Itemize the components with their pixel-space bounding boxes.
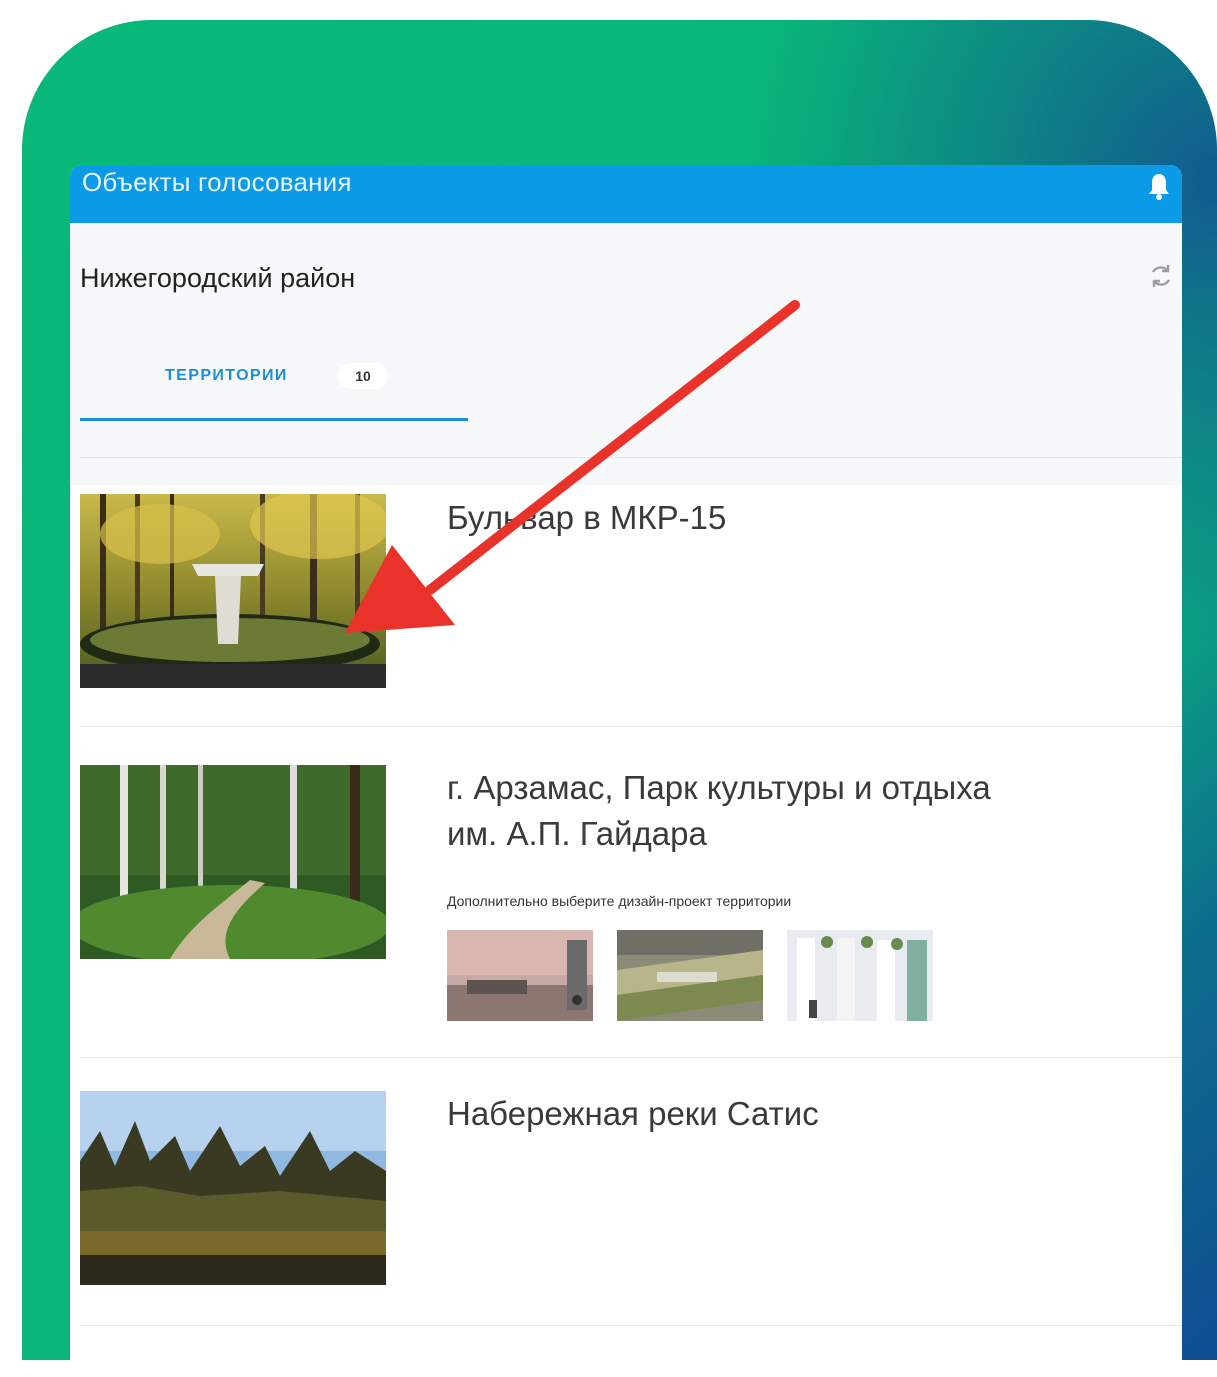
- district-title: Нижегородский район: [80, 263, 356, 293]
- bell-icon[interactable]: [1146, 171, 1172, 201]
- tab-territories[interactable]: ТЕРРИТОРИИ 10: [80, 351, 468, 421]
- tab-indicator: [80, 418, 468, 421]
- item-title: Бульвар в МКР-15: [447, 499, 727, 536]
- item-title: Набережная реки Сатис: [447, 1095, 819, 1132]
- divider: [80, 726, 1182, 727]
- item-photo-park: [80, 765, 386, 959]
- divider: [80, 1057, 1182, 1058]
- design-project-thumb[interactable]: [617, 930, 763, 1021]
- app-title: Объекты голосования: [82, 167, 352, 197]
- design-project-hint: Дополнительно выберите дизайн-проект тер…: [447, 893, 792, 909]
- item-title: г. Арзамас, Парк культуры и отдыха им. А…: [447, 765, 1147, 857]
- refresh-icon[interactable]: [1146, 261, 1176, 291]
- item-title-line1: г. Арзамас, Парк культуры и отдыха: [447, 769, 991, 806]
- divider: [80, 457, 1182, 458]
- app-bar: Объекты голосования: [70, 165, 1182, 223]
- item-title-line2: им. А.П. Гайдара: [447, 815, 707, 852]
- tab-count-badge: 10: [338, 363, 388, 389]
- item-photo-river: [80, 1091, 386, 1285]
- item-photo-fountain: [80, 494, 386, 688]
- divider: [80, 1325, 1182, 1326]
- design-project-thumb[interactable]: [447, 930, 593, 1021]
- app-screen: Объекты голосования Нижегородский район …: [70, 165, 1182, 1377]
- design-project-thumb[interactable]: [787, 930, 933, 1021]
- tab-label: ТЕРРИТОРИИ: [165, 367, 288, 384]
